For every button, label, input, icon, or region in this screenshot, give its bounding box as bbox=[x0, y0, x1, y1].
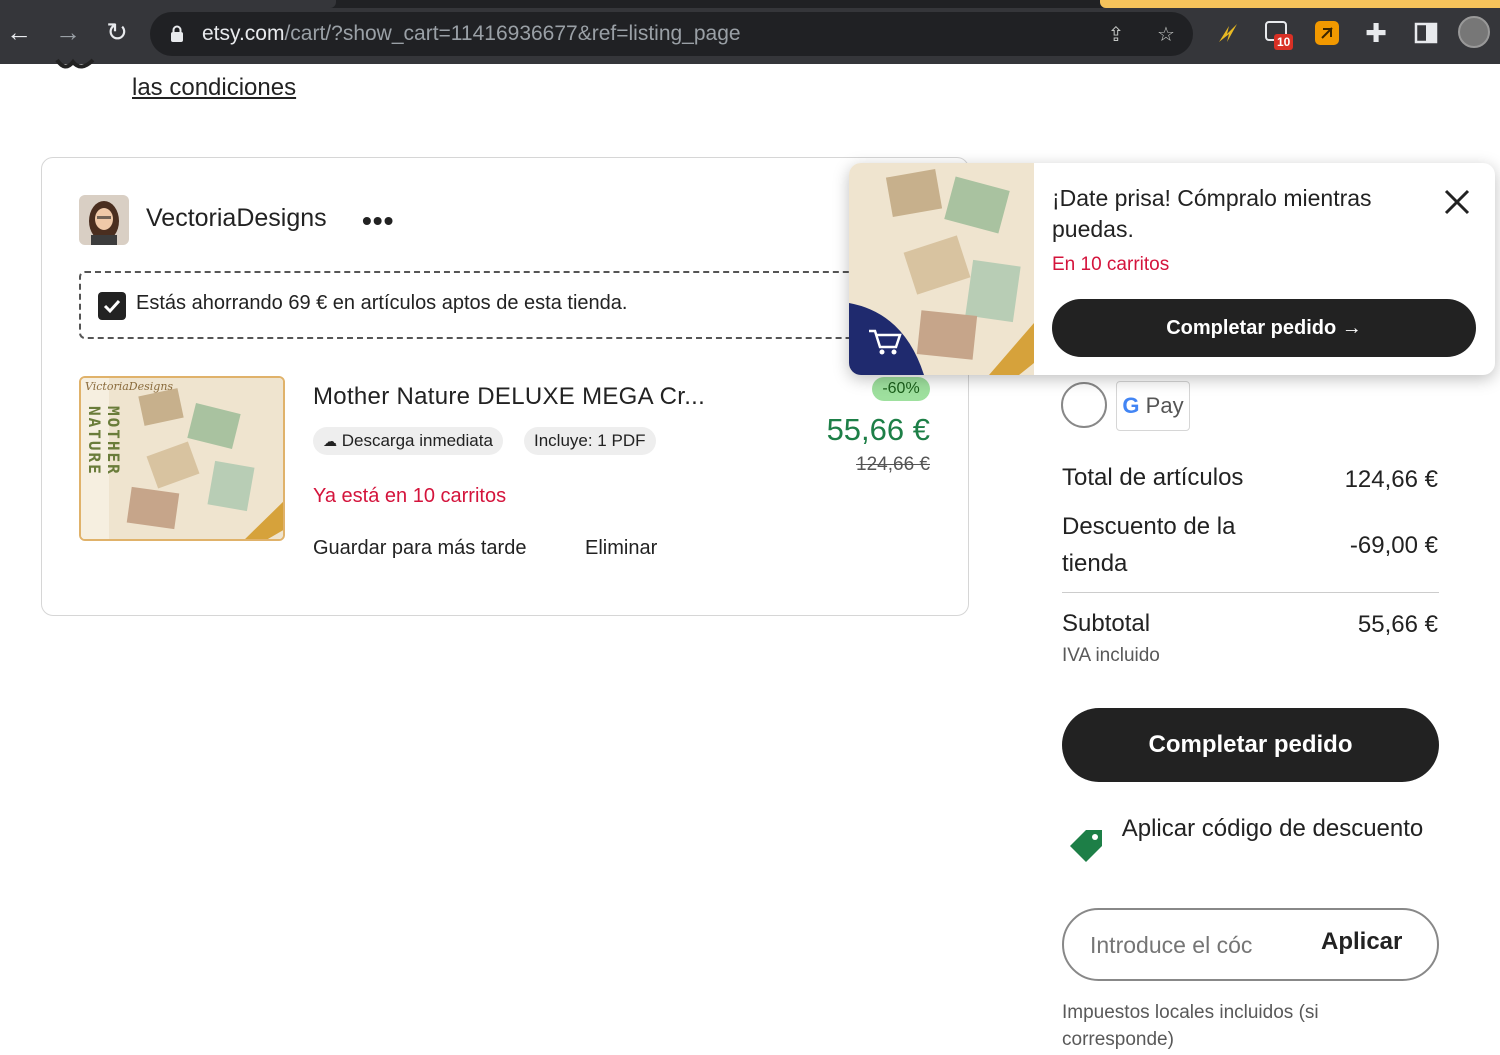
popup-complete-order-button[interactable]: Completar pedido → bbox=[1052, 299, 1476, 357]
address-bar[interactable]: etsy.com/cart/?show_cart=11416936677&ref… bbox=[150, 12, 1193, 56]
gpay-radio[interactable] bbox=[1061, 382, 1107, 428]
item-title-link[interactable]: Mother Nature DELUXE MEGA Cr... bbox=[313, 383, 705, 411]
item-thumbnail[interactable]: VictoriaDesigns MOTHER NATURE bbox=[79, 376, 285, 541]
hurry-popup: ¡Date prisa! Cómpralo mientras puedas. E… bbox=[849, 163, 1495, 375]
share-icon[interactable]: ⇪ bbox=[1105, 24, 1127, 46]
item-price: 55,66 € bbox=[826, 412, 930, 447]
savings-text: Estás ahorrando 69 € en artículos aptos … bbox=[136, 292, 628, 314]
shop-discount-value: -69,00 € bbox=[1349, 532, 1438, 559]
shop-avatar[interactable] bbox=[79, 195, 129, 245]
checkbox-checked-icon[interactable] bbox=[98, 292, 126, 320]
subtotal-value: 55,66 € bbox=[1357, 611, 1438, 638]
partial-logo-icon bbox=[55, 58, 95, 69]
back-icon[interactable]: ← bbox=[5, 18, 33, 46]
browser-toolbar: ← → ↻ etsy.com/cart/?show_cart=114169366… bbox=[0, 0, 1500, 64]
coupon-input[interactable] bbox=[1090, 930, 1282, 960]
url-text: etsy.com/cart/?show_cart=11416936677&ref… bbox=[202, 22, 741, 45]
profile-avatar[interactable] bbox=[1458, 16, 1490, 48]
reload-icon[interactable]: ↻ bbox=[103, 18, 131, 46]
vat-note: IVA incluido bbox=[1062, 645, 1160, 666]
shop-discount-label: Descuento de la tienda bbox=[1062, 513, 1236, 577]
remove-button[interactable]: Eliminar bbox=[585, 537, 657, 560]
item-thumbnail-vertical-text: MOTHER NATURE bbox=[85, 406, 123, 476]
tab-other[interactable] bbox=[1100, 0, 1500, 8]
extension-counter-icon[interactable]: 10 bbox=[1264, 20, 1294, 50]
summary-divider bbox=[1062, 592, 1439, 593]
shop-name[interactable]: VectoriaDesigns bbox=[146, 204, 327, 233]
shop-more-menu-icon[interactable]: ••• bbox=[362, 205, 394, 237]
discount-badge: -60% bbox=[872, 377, 930, 401]
complete-order-button[interactable]: Completar pedido bbox=[1062, 708, 1439, 782]
items-total-value: 124,66 € bbox=[1344, 466, 1438, 493]
apply-coupon-link[interactable]: Aplicar código de descuento bbox=[1120, 813, 1425, 844]
lock-icon bbox=[171, 25, 183, 42]
extension-bolt-icon[interactable] bbox=[1215, 20, 1241, 46]
item-original-price: 124,66 € bbox=[856, 454, 930, 475]
extension-badge: 10 bbox=[1274, 34, 1294, 50]
local-tax-note: Impuestos locales incluidos (si correspo… bbox=[1062, 1002, 1319, 1050]
side-panel-icon[interactable] bbox=[1413, 20, 1439, 46]
cloud-download-icon: ☁ bbox=[323, 433, 337, 449]
badge-includes-pdf: Incluye: 1 PDF bbox=[524, 427, 656, 455]
forward-icon[interactable]: → bbox=[54, 18, 82, 46]
popup-in-carts: En 10 carritos bbox=[1052, 254, 1170, 275]
popup-title: ¡Date prisa! Cómpralo mientras puedas. bbox=[1052, 185, 1372, 242]
tab-strip bbox=[0, 0, 1500, 8]
bookmark-star-icon[interactable]: ☆ bbox=[1155, 24, 1177, 46]
extension-orange-icon[interactable] bbox=[1314, 20, 1340, 46]
puzzle-extensions-icon[interactable]: ✚ bbox=[1362, 19, 1390, 47]
item-thumbnail-brand: VictoriaDesigns bbox=[85, 380, 174, 393]
conditions-link[interactable]: las condiciones bbox=[132, 74, 296, 102]
tab-active[interactable] bbox=[0, 0, 336, 8]
arrow-right-icon: → bbox=[1341, 317, 1362, 339]
item-in-carts: Ya está en 10 carritos bbox=[313, 485, 507, 507]
items-total-label: Total de artículos bbox=[1062, 464, 1244, 491]
apply-coupon-button[interactable]: Aplicar bbox=[1321, 928, 1402, 956]
subtotal-label: Subtotal bbox=[1062, 610, 1151, 637]
tag-icon bbox=[1070, 830, 1102, 862]
gpay-logo: G Pay bbox=[1116, 381, 1190, 431]
badge-instant-download: ☁ Descarga inmediata bbox=[313, 427, 503, 455]
cart-icon bbox=[849, 303, 924, 375]
close-icon[interactable] bbox=[1442, 187, 1472, 217]
save-for-later-button[interactable]: Guardar para más tarde bbox=[313, 537, 526, 560]
google-g-icon: G bbox=[1122, 393, 1140, 418]
